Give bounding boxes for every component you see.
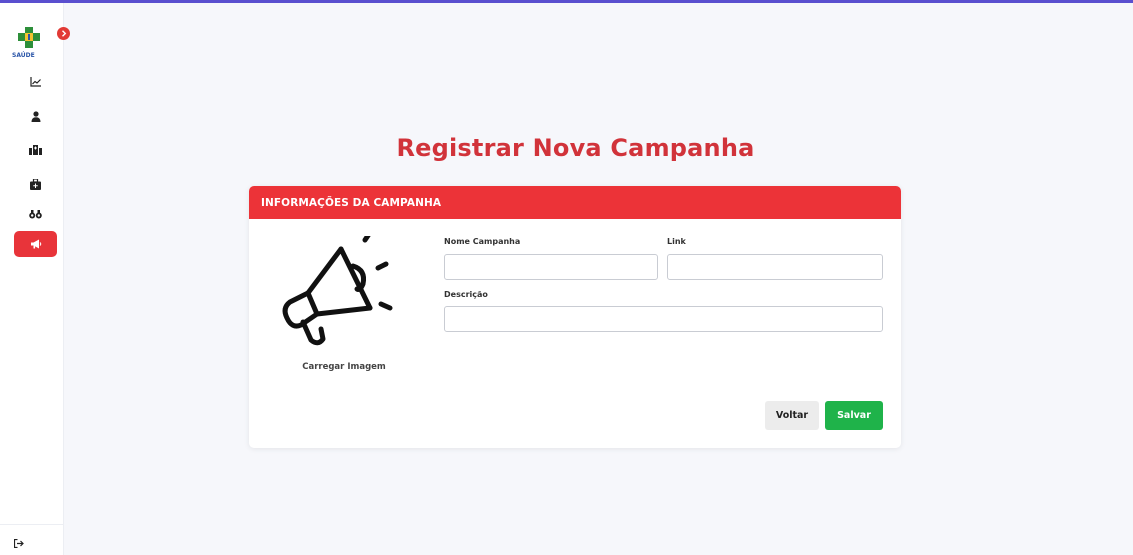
logout-icon <box>14 538 24 548</box>
megaphone-illustration-icon <box>282 231 393 346</box>
page-title: Registrar Nova Campanha <box>0 134 1133 162</box>
sidebar-item-dashboard[interactable] <box>14 69 57 95</box>
sidebar-item-users[interactable] <box>14 103 57 129</box>
description-input[interactable] <box>444 306 883 332</box>
logout-button[interactable] <box>14 535 44 551</box>
description-label: Descrição <box>444 290 488 299</box>
logo-text: SAÚDE <box>12 52 35 59</box>
upload-image-label[interactable]: Carregar Imagem <box>279 362 409 372</box>
card-header: INFORMAÇÕES DA CAMPANHA <box>249 186 901 219</box>
sidebar-item-medical[interactable] <box>14 171 57 197</box>
campaign-name-input[interactable] <box>444 254 658 280</box>
chart-line-icon <box>29 77 41 87</box>
medkit-icon <box>30 178 41 190</box>
user-icon <box>31 110 40 122</box>
top-accent-line <box>0 0 1133 3</box>
image-upload-area[interactable] <box>273 231 413 371</box>
campaign-name-label: Nome Campanha <box>444 237 521 246</box>
binoculars-icon <box>29 209 42 218</box>
chevron-right-icon <box>61 30 66 37</box>
page-title-text: Registrar Nova Campanha <box>396 134 755 162</box>
link-label: Link <box>667 237 686 246</box>
save-button[interactable]: Salvar <box>825 401 883 430</box>
sidebar-toggle-button[interactable] <box>57 27 70 40</box>
sidebar: SAÚDE <box>0 3 64 555</box>
sidebar-item-campaigns[interactable] <box>14 231 57 257</box>
back-button[interactable]: Voltar <box>765 401 819 430</box>
megaphone-icon <box>30 239 41 249</box>
link-input[interactable] <box>667 254 883 280</box>
campaign-form-card: INFORMAÇÕES DA CAMPANHA Carregar Imagem … <box>249 186 901 448</box>
sidebar-item-monitoring[interactable] <box>14 201 57 227</box>
sidebar-divider <box>0 524 64 525</box>
